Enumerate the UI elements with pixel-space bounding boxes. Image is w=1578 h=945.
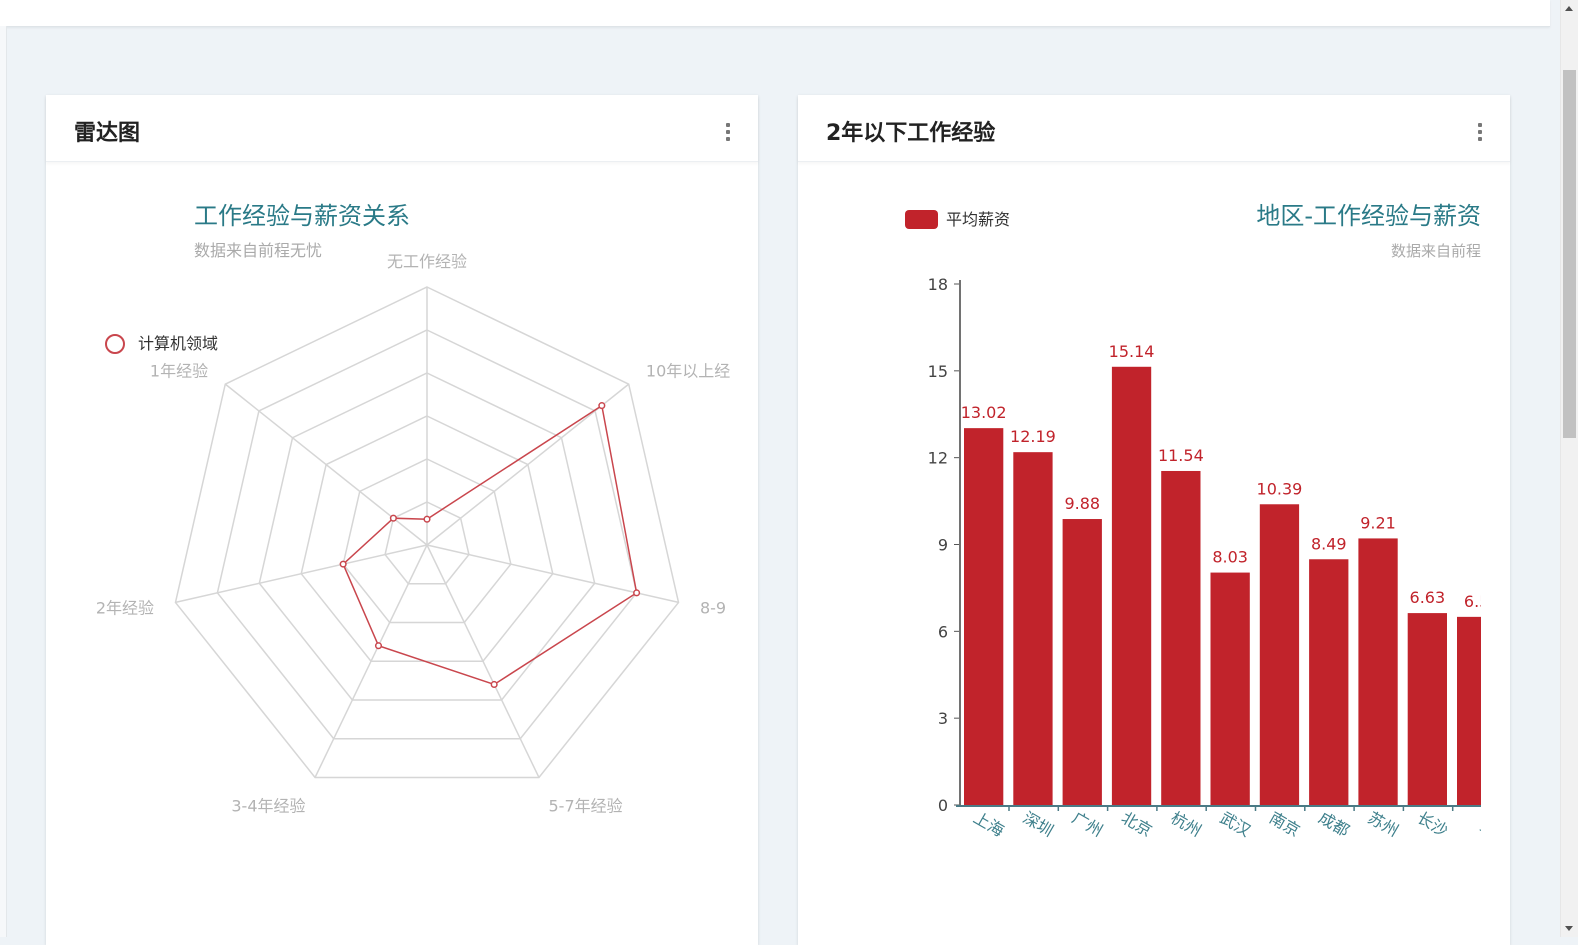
x-tick-label: 深圳 (1020, 808, 1057, 840)
bar-value-label: 8.03 (1212, 548, 1248, 567)
radar-indicator-label: 10年以上经 (646, 361, 730, 380)
bar[interactable] (1407, 613, 1447, 805)
scroll-thumb[interactable] (1563, 70, 1576, 438)
x-axis: 上海 深圳 广州 北京 杭州 武汉 南京 成都 苏州 长沙 重 (956, 805, 1500, 840)
radar-axis-line (224, 383, 428, 546)
x-tick-label: 南京 (1266, 808, 1303, 840)
bar[interactable] (1062, 519, 1102, 805)
scroll-up-icon[interactable] (1565, 6, 1573, 11)
radar-point[interactable] (374, 642, 383, 650)
scroll-down-icon[interactable] (1565, 926, 1573, 931)
bar[interactable] (1309, 559, 1349, 805)
radar-card: 雷达图 无工作经验 10年以上经 8-9 5-7年经验 3-4年经验 2年经验 1年经验 工… (46, 95, 758, 945)
bar-card-header: 2年以下工作经验 (798, 95, 1510, 162)
page-scrollbar[interactable] (1560, 0, 1578, 937)
top-bar (0, 0, 1550, 27)
y-tick-label: 6 (938, 622, 948, 641)
bar[interactable] (964, 428, 1004, 805)
bar-chart: 地区-工作经验与薪资 数据来自前程 平均薪资 0369121518 13.021… (905, 202, 1500, 840)
bar-series: 13.0212.19 9.88 15.14 11.54 8.03 10.39 8.49 9.2… (961, 342, 1496, 805)
legend-marker-icon (105, 334, 125, 354)
bar[interactable] (1161, 470, 1201, 805)
radar-axes (175, 287, 679, 778)
radar-chart: 无工作经验 10年以上经 8-9 5-7年经验 3-4年经验 2年经验 1年经验 工作经验与… (96, 202, 730, 815)
radar-chart-title: 工作经验与薪资关系 (194, 202, 410, 230)
radar-point[interactable] (339, 560, 347, 568)
radar-axis-line (426, 544, 679, 604)
bar-value-label: 12.19 (1010, 427, 1056, 446)
bar-value-label: 9.88 (1064, 494, 1100, 513)
radar-indicator-label: 8-9 (700, 598, 726, 617)
y-tick-label: 3 (938, 709, 948, 728)
x-tick-label: 重 (1477, 816, 1500, 840)
radar-point[interactable] (389, 514, 397, 522)
radar-point[interactable] (423, 515, 431, 523)
more-menu-icon[interactable] (1478, 123, 1482, 141)
bar[interactable] (1013, 452, 1053, 805)
y-tick-label: 12 (928, 449, 948, 468)
x-tick-label: 杭州 (1167, 808, 1204, 840)
bar[interactable] (1210, 572, 1250, 805)
x-tick-label: 长沙 (1414, 808, 1451, 840)
legend-marker-icon (905, 210, 938, 229)
y-axis: 0 3 6 9 12 15 18 (928, 275, 961, 815)
radar-indicator-label: 无工作经验 (387, 252, 467, 271)
x-tick-label: 苏州 (1365, 808, 1402, 840)
legend-label: 平均薪资 (946, 210, 1010, 229)
y-tick-label: 9 (938, 536, 948, 555)
x-tick-label: 武汉 (1217, 808, 1254, 840)
bar-chart-title: 地区-工作经验与薪资 (1256, 202, 1481, 230)
x-tick-label: 北京 (1118, 808, 1155, 840)
bar[interactable] (1111, 366, 1152, 805)
bar[interactable] (1358, 538, 1398, 805)
radar-axis-line (175, 544, 428, 604)
bar-value-label: 8.49 (1311, 534, 1347, 553)
bar-value-label: 11.54 (1158, 446, 1204, 465)
bar-value-label: 6.63 (1410, 588, 1446, 607)
radar-indicator-label: 1年经验 (150, 361, 208, 380)
card-title: 雷达图 (74, 121, 141, 146)
bar-value-label: 9.21 (1360, 513, 1396, 532)
radar-indicator-label: 5-7年经验 (548, 796, 622, 815)
radar-point[interactable] (633, 589, 641, 597)
x-tick-label: 广州 (1069, 808, 1106, 840)
radar-chart-subtitle: 数据来自前程无忧 (194, 241, 322, 260)
legend-label: 计算机领域 (138, 334, 218, 353)
x-tick-label: 成都 (1315, 808, 1352, 840)
bar-value-label: 13.02 (961, 403, 1007, 422)
x-tick-label: 上海 (970, 808, 1007, 840)
y-tick-label: 15 (928, 362, 948, 381)
bar-value-label: 15.14 (1109, 342, 1155, 361)
y-tick-label: 0 (938, 796, 948, 815)
bar-chart-subtitle: 数据来自前程 (1391, 242, 1481, 260)
bar[interactable] (1259, 504, 1300, 805)
y-tick-label: 18 (928, 275, 948, 294)
bar[interactable] (1457, 616, 1496, 805)
card-title: 2年以下工作经验 (826, 121, 996, 146)
radar-point[interactable] (490, 680, 498, 689)
radar-card-header: 雷达图 (46, 95, 758, 162)
radar-legend[interactable]: 计算机领域 (105, 334, 218, 354)
bar-card: 2年以下工作经验 地区-工作经验与薪资 数据来自前程 平均薪资 0 3 6 9 12 15… (798, 95, 1510, 945)
more-menu-icon[interactable] (726, 123, 730, 141)
radar-point[interactable] (598, 402, 606, 410)
left-edge (0, 26, 7, 937)
bar-legend[interactable]: 平均薪资 (905, 210, 1010, 229)
bar-value-label: 6.5 (1464, 592, 1489, 611)
radar-indicator-label: 2年经验 (96, 598, 154, 617)
bar-value-label: 10.39 (1257, 479, 1303, 498)
radar-indicator-label: 3-4年经验 (231, 796, 305, 815)
